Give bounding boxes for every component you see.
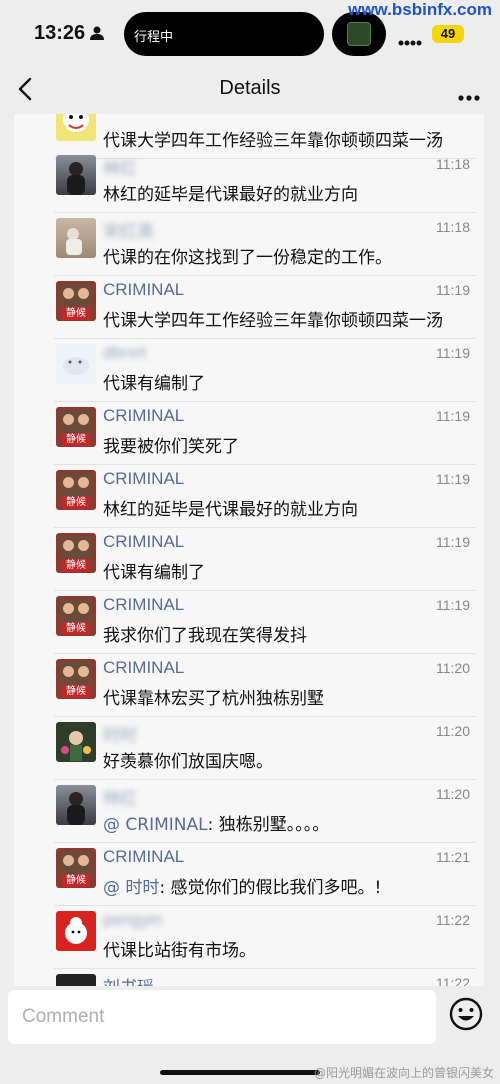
commenter-name[interactable]: pengyin xyxy=(103,910,163,930)
comment-time: 11:19 xyxy=(436,534,470,550)
comment-text: 我求你们了我现在笑得发抖 xyxy=(103,626,307,646)
avatar[interactable]: 静候 xyxy=(56,281,96,321)
comment-item[interactable]: 宋红英 11:18 代课的在你这找到了一份稳定的工作。 xyxy=(54,213,476,276)
commenter-name[interactable]: 宋红英 xyxy=(103,217,154,242)
avatar[interactable]: 静候 xyxy=(56,533,96,573)
comment-item[interactable]: 林红 11:18 林红的延毕是代课最好的就业方向 xyxy=(54,150,476,213)
comment-item[interactable]: 静候 CRIMINAL 11:20 代课靠林宏买了杭州独栋别墅 xyxy=(54,654,476,717)
dynamic-island[interactable]: 行程中 xyxy=(124,12,324,56)
comment-time: 11:20 xyxy=(436,786,470,802)
comment-text: @ 时时: 感觉你们的假比我们多吧。! xyxy=(103,873,381,898)
app-icon xyxy=(347,22,371,46)
comment-text: 好羡慕你们放国庆嗯。 xyxy=(103,752,273,772)
status-bar: 13:26 行程中 www.bsbinfx.com 49 xyxy=(0,0,500,64)
person-icon xyxy=(90,25,104,44)
avatar[interactable] xyxy=(56,155,96,195)
signal-icon xyxy=(398,32,424,51)
comment-item[interactable]: 静候 CRIMINAL 11:19 代课有编制了 xyxy=(54,528,476,591)
comment-time: 11:22 xyxy=(436,912,470,928)
battery-indicator: 49 xyxy=(432,25,464,43)
comment-item[interactable]: pengyin 11:22 代课比站街有市场。 xyxy=(54,906,476,969)
avatar[interactable]: 静候 xyxy=(56,407,96,447)
commenter-name[interactable]: CRIMINAL xyxy=(103,406,184,426)
nav-bar: Details xyxy=(0,64,500,114)
comment-time: 11:19 xyxy=(436,597,470,613)
home-indicator[interactable] xyxy=(160,1070,320,1075)
commenter-name[interactable]: CRIMINAL xyxy=(103,658,184,678)
comment-item[interactable]: dbrxrt 11:19 代课有编制了 xyxy=(54,339,476,402)
commenter-name[interactable]: 刘书瑶 xyxy=(103,973,154,986)
commenter-name[interactable]: 林红 xyxy=(103,784,137,809)
comment-time: 11:18 xyxy=(436,156,470,172)
avatar[interactable] xyxy=(56,785,96,825)
commenter-name[interactable]: CRIMINAL xyxy=(103,847,184,867)
comment-text: 代课有编制了 xyxy=(103,563,205,583)
comment-time: 11:19 xyxy=(436,282,470,298)
avatar[interactable] xyxy=(56,218,96,258)
comment-time: 11:19 xyxy=(436,408,470,424)
comment-text: 代课有编制了 xyxy=(103,374,205,394)
comment-time: 11:20 xyxy=(436,660,470,676)
comment-item[interactable]: 静候 CRIMINAL 11:19 我求你们了我现在笑得发抖 xyxy=(54,591,476,654)
mention-link[interactable]: @ CRIMINAL xyxy=(103,815,208,835)
avatar[interactable]: 静候 xyxy=(56,470,96,510)
comment-time: 11:18 xyxy=(436,219,470,235)
comment-text: @ CRIMINAL: 独栋别墅。。。。 xyxy=(103,810,329,835)
avatar[interactable]: 静候 xyxy=(56,659,96,699)
avatar[interactable]: 静候 xyxy=(56,596,96,636)
comment-time: 11:22 xyxy=(436,975,470,986)
comment-time: 11:19 xyxy=(436,345,470,361)
site-watermark: www.bsbinfx.com xyxy=(348,0,492,19)
page-title: Details xyxy=(219,77,281,99)
comment-text: 代课靠林宏买了杭州独栋别墅 xyxy=(103,689,324,709)
comment-text: 代课大学四年工作经验三年靠你顿顿四菜一汤 xyxy=(103,311,443,331)
weibo-watermark: @阳光明媚在波向上的曾银闪美女 xyxy=(313,1066,494,1080)
comment-item[interactable]: 静候 CRIMINAL 11:19 代课大学四年工作经验三年靠你顿顿四菜一汤 xyxy=(54,276,476,339)
comment-item[interactable]: 静候 CRIMINAL 11:19 林红的延毕是代课最好的就业方向 xyxy=(54,465,476,528)
comment-input[interactable] xyxy=(8,990,436,1044)
comment-item[interactable]: 静候 CRIMINAL 11:21 @ 时时: 感觉你们的假比我们多吧。! xyxy=(54,843,476,906)
comment-text: 代课比站街有市场。 xyxy=(103,941,256,961)
comment-text: 代课的在你这找到了一份稳定的工作。 xyxy=(103,248,392,268)
commenter-name[interactable]: CRIMINAL xyxy=(103,595,184,615)
emoji-icon[interactable] xyxy=(448,996,484,1036)
commenter-name[interactable]: CRIMINAL xyxy=(103,469,184,489)
commenter-name[interactable]: CRIMINAL xyxy=(103,532,184,552)
comment-text: 林红的延毕是代课最好的就业方向 xyxy=(103,500,358,520)
comment-item[interactable]: 静候 CRIMINAL 11:19 我要被你们笑死了 xyxy=(54,402,476,465)
trip-status: 行程中 xyxy=(134,30,174,45)
comment-text: 代课大学四年工作经验三年靠你顿顿四菜一汤 xyxy=(103,131,443,151)
clock: 13:26 xyxy=(34,22,86,44)
comment-item[interactable]: 时时 11:20 好羡慕你们放国庆嗯。 xyxy=(54,717,476,780)
commenter-name[interactable]: dbrxrt xyxy=(103,343,146,363)
comment-time: 11:20 xyxy=(436,723,470,739)
avatar[interactable]: 静候 xyxy=(56,848,96,888)
avatar[interactable] xyxy=(56,911,96,951)
commenter-name[interactable]: 时时 xyxy=(103,721,137,746)
commenter-name[interactable]: 林红 xyxy=(103,154,137,179)
comment-time: 11:21 xyxy=(436,849,470,865)
commenter-name[interactable]: CRIMINAL xyxy=(103,280,184,300)
comment-list[interactable]: 代课大学四年工作经验三年靠你顿顿四菜一汤 林红 11:18 林红的延毕是代课最好… xyxy=(14,114,484,986)
avatar[interactable] xyxy=(56,344,96,384)
avatar[interactable] xyxy=(56,722,96,762)
comment-item[interactable]: 林红 11:20 @ CRIMINAL: 独栋别墅。。。。 xyxy=(54,780,476,843)
avatar[interactable] xyxy=(56,114,96,141)
comment-body: : 感觉你们的假比我们多吧。! xyxy=(159,878,382,898)
more-icon[interactable] xyxy=(458,86,480,105)
mention-link[interactable]: @ 时时 xyxy=(103,878,159,898)
comment-text: 我要被你们笑死了 xyxy=(103,437,239,457)
comment-body: : 独栋别墅。。。。 xyxy=(207,815,330,835)
comment-text: 林红的延毕是代课最好的就业方向 xyxy=(103,185,358,205)
comment-time: 11:19 xyxy=(436,471,470,487)
comment-item[interactable]: 刘书瑶 11:22 xyxy=(54,969,476,986)
avatar[interactable] xyxy=(56,974,96,986)
